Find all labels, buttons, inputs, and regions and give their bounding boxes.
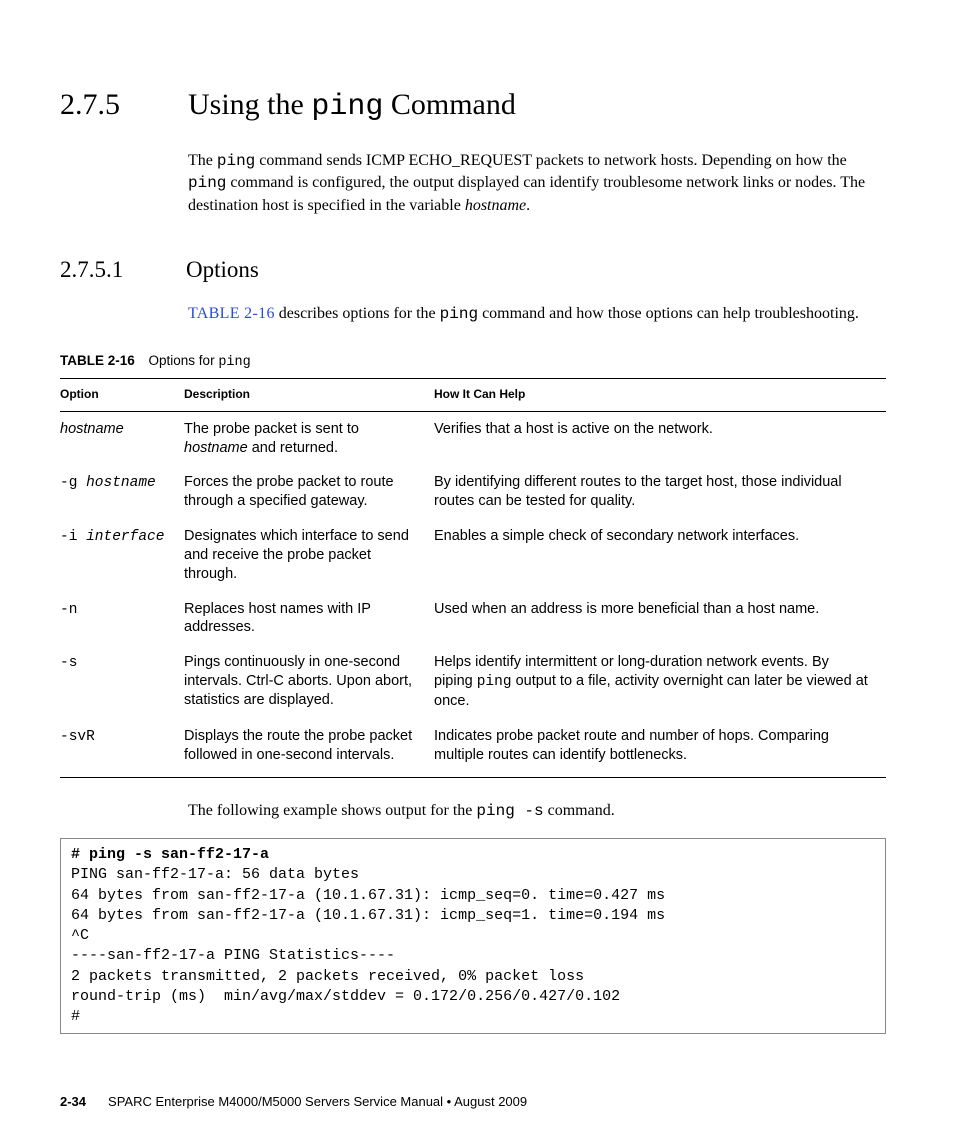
options-table: Option Description How It Can Help hostn… (60, 378, 886, 777)
footer-text: SPARC Enterprise M4000/M5000 Servers Ser… (108, 1094, 527, 1109)
page-footer: 2-34 SPARC Enterprise M4000/M5000 Servers… (60, 1093, 527, 1111)
th-description: Description (184, 379, 434, 412)
th-option: Option (60, 379, 184, 412)
table-cross-ref: TABLE 2-16 (188, 305, 275, 322)
table-row: -svR Displays the route the probe packet… (60, 719, 886, 777)
section-title: Using the ping Command (188, 85, 516, 128)
table-row: -s Pings continuously in one-second inte… (60, 645, 886, 719)
example-paragraph: The following example shows output for t… (188, 800, 886, 823)
code-example: # ping -s san-ff2-17-a PING san-ff2-17-a… (60, 838, 886, 1034)
section-heading: 2.7.5 Using the ping Command (60, 85, 886, 128)
table-row: -g hostname Forces the probe packet to r… (60, 465, 886, 519)
section-number: 2.7.5 (60, 85, 132, 128)
options-paragraph: TABLE 2-16 describes options for the pin… (188, 303, 886, 326)
subsection-number: 2.7.5.1 (60, 254, 138, 285)
page-number: 2-34 (60, 1094, 86, 1109)
table-caption: TABLE 2-16 Options for ping (60, 352, 886, 372)
th-help: How It Can Help (434, 379, 886, 412)
table-row: hostname The probe packet is sent to hos… (60, 411, 886, 465)
table-row: -i interface Designates which interface … (60, 519, 886, 592)
intro-paragraph: The ping command sends ICMP ECHO_REQUEST… (188, 150, 886, 217)
table-row: -n Replaces host names with IP addresses… (60, 592, 886, 646)
subsection-heading: 2.7.5.1 Options (60, 254, 886, 285)
subsection-title: Options (186, 254, 259, 285)
